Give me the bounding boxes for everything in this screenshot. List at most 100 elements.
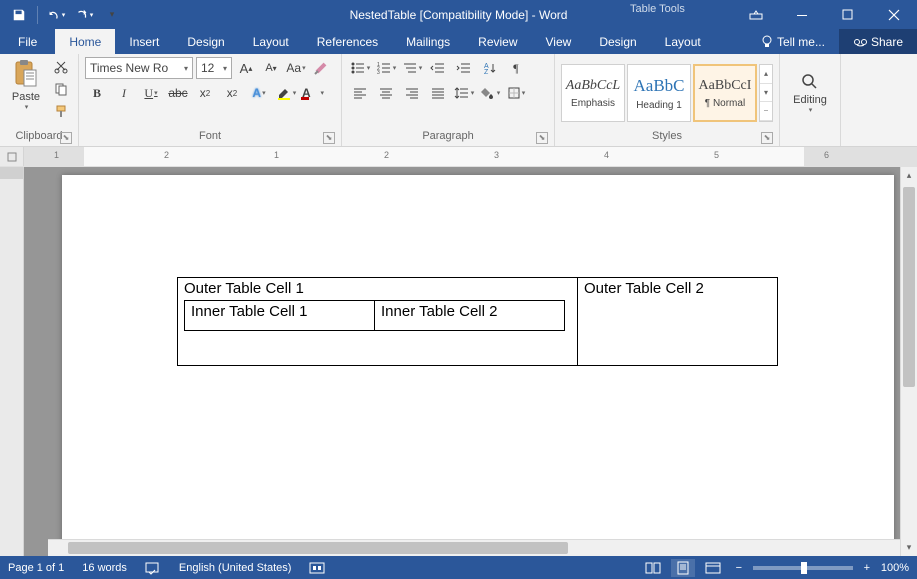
redo-button[interactable]: ▾ (71, 3, 97, 27)
clear-formatting-button[interactable] (310, 57, 332, 79)
zoom-out-button[interactable]: − (731, 559, 747, 577)
copy-button[interactable] (50, 79, 72, 99)
numbering-button[interactable]: 123▾ (374, 57, 398, 79)
font-name-combo[interactable]: Times New Ro▾ (85, 57, 193, 79)
style-heading1[interactable]: AaBbC Heading 1 (627, 64, 691, 122)
vertical-ruler[interactable] (0, 167, 24, 556)
clipboard-launcher[interactable]: ⬊ (60, 132, 72, 144)
paragraph-launcher[interactable]: ⬊ (536, 132, 548, 144)
language-status[interactable]: English (United States) (179, 562, 292, 574)
highlight-button[interactable]: ▾ (274, 82, 298, 104)
line-spacing-button[interactable]: ▾ (452, 82, 476, 104)
minimize-button[interactable] (779, 0, 825, 29)
borders-button[interactable]: ▾ (504, 82, 528, 104)
ruler-corner[interactable] (0, 147, 24, 166)
group-paragraph: ▾ 123▾ ▾ AZ ¶ ▾ ▾ ▾ Paragraph⬊ (342, 54, 555, 146)
vertical-scrollbar[interactable]: ▴ ▾ (900, 167, 917, 556)
outer-cell-1[interactable]: Outer Table Cell 1 Inner Table Cell 1 In… (178, 278, 578, 366)
align-left-button[interactable] (348, 82, 372, 104)
tab-review[interactable]: Review (464, 29, 531, 54)
ribbon-options-button[interactable] (733, 0, 779, 29)
tell-me-search[interactable]: Tell me... (747, 29, 839, 54)
hscroll-thumb[interactable] (68, 542, 568, 554)
align-right-button[interactable] (400, 82, 424, 104)
editing-label: Editing (793, 94, 827, 106)
grow-font-button[interactable]: A▴ (235, 57, 257, 79)
document-viewport[interactable]: Outer Table Cell 1 Inner Table Cell 1 In… (24, 167, 917, 556)
text-effects-button[interactable]: A▾ (247, 82, 271, 104)
document-page[interactable]: Outer Table Cell 1 Inner Table Cell 1 In… (62, 175, 894, 556)
styles-gallery-more[interactable]: ▴▾⎯ (759, 64, 773, 122)
scroll-up-button[interactable]: ▴ (901, 167, 917, 184)
find-button[interactable] (798, 72, 822, 92)
decrease-indent-button[interactable] (426, 57, 450, 79)
format-painter-button[interactable] (50, 101, 72, 121)
tab-references[interactable]: References (303, 29, 392, 54)
vscroll-thumb[interactable] (903, 187, 915, 387)
horizontal-ruler[interactable]: 1 2 1 2 3 4 5 6 (0, 147, 917, 167)
sort-button[interactable]: AZ (478, 57, 502, 79)
outer-cell-2[interactable]: Outer Table Cell 2 (578, 278, 778, 366)
scroll-down-button[interactable]: ▾ (901, 539, 917, 556)
save-button[interactable] (6, 3, 32, 27)
paste-dropdown[interactable]: ▾ (25, 103, 29, 111)
read-mode-button[interactable] (641, 559, 665, 577)
word-count[interactable]: 16 words (82, 562, 127, 574)
tab-home[interactable]: Home (55, 29, 115, 54)
multilevel-list-button[interactable]: ▾ (400, 57, 424, 79)
tab-table-layout[interactable]: Layout (651, 29, 715, 54)
zoom-level[interactable]: 100% (881, 562, 909, 574)
outer-table[interactable]: Outer Table Cell 1 Inner Table Cell 1 In… (177, 277, 778, 366)
tab-view[interactable]: View (532, 29, 586, 54)
bold-button[interactable]: B (85, 82, 109, 104)
shading-button[interactable]: ▾ (478, 82, 502, 104)
bullets-button[interactable]: ▾ (348, 57, 372, 79)
print-layout-button[interactable] (671, 559, 695, 577)
font-color-button[interactable]: A▾ (301, 82, 325, 104)
spellcheck-status[interactable] (145, 561, 161, 575)
font-size-combo[interactable]: 12▾ (196, 57, 232, 79)
paste-button[interactable] (10, 57, 42, 91)
zoom-slider[interactable] (753, 566, 853, 570)
lightbulb-icon (761, 35, 773, 49)
maximize-button[interactable] (825, 0, 871, 29)
cut-button[interactable] (50, 57, 72, 77)
tab-file[interactable]: File (0, 29, 55, 54)
zoom-thumb[interactable] (801, 562, 807, 574)
align-center-button[interactable] (374, 82, 398, 104)
inner-cell-1[interactable]: Inner Table Cell 1 (185, 301, 375, 331)
justify-button[interactable] (426, 82, 450, 104)
shrink-font-button[interactable]: A▾ (260, 57, 282, 79)
tab-insert[interactable]: Insert (115, 29, 173, 54)
change-case-button[interactable]: Aa▾ (285, 57, 307, 79)
editing-dropdown[interactable]: ▾ (809, 106, 813, 114)
increase-indent-button[interactable] (452, 57, 476, 79)
horizontal-scrollbar[interactable] (48, 539, 900, 556)
zoom-in-button[interactable]: + (859, 559, 875, 577)
tab-layout[interactable]: Layout (239, 29, 303, 54)
ribbon-tabs: File Home Insert Design Layout Reference… (0, 29, 917, 54)
italic-button[interactable]: I (112, 82, 136, 104)
qat-customize-button[interactable]: ▾ (99, 3, 125, 27)
strikethrough-button[interactable]: abc (166, 82, 190, 104)
page-status[interactable]: Page 1 of 1 (8, 562, 64, 574)
superscript-button[interactable]: x2 (220, 82, 244, 104)
share-button[interactable]: Share (839, 29, 917, 54)
macro-status[interactable] (309, 562, 325, 574)
tab-table-design[interactable]: Design (585, 29, 650, 54)
tab-design[interactable]: Design (173, 29, 238, 54)
show-hide-button[interactable]: ¶ (504, 57, 528, 79)
close-button[interactable] (871, 0, 917, 29)
style-emphasis[interactable]: AaBbCcL Emphasis (561, 64, 625, 122)
inner-table[interactable]: Inner Table Cell 1 Inner Table Cell 2 (184, 300, 565, 331)
web-layout-button[interactable] (701, 559, 725, 577)
undo-button[interactable]: ▾ (43, 3, 69, 27)
subscript-button[interactable]: x2 (193, 82, 217, 104)
font-launcher[interactable]: ⬊ (323, 132, 335, 144)
tab-mailings[interactable]: Mailings (392, 29, 464, 54)
font-group-label: Font (199, 130, 221, 142)
styles-launcher[interactable]: ⬊ (761, 132, 773, 144)
style-normal[interactable]: AaBbCcI ¶ Normal (693, 64, 757, 122)
underline-button[interactable]: U▾ (139, 82, 163, 104)
inner-cell-2[interactable]: Inner Table Cell 2 (375, 301, 565, 331)
